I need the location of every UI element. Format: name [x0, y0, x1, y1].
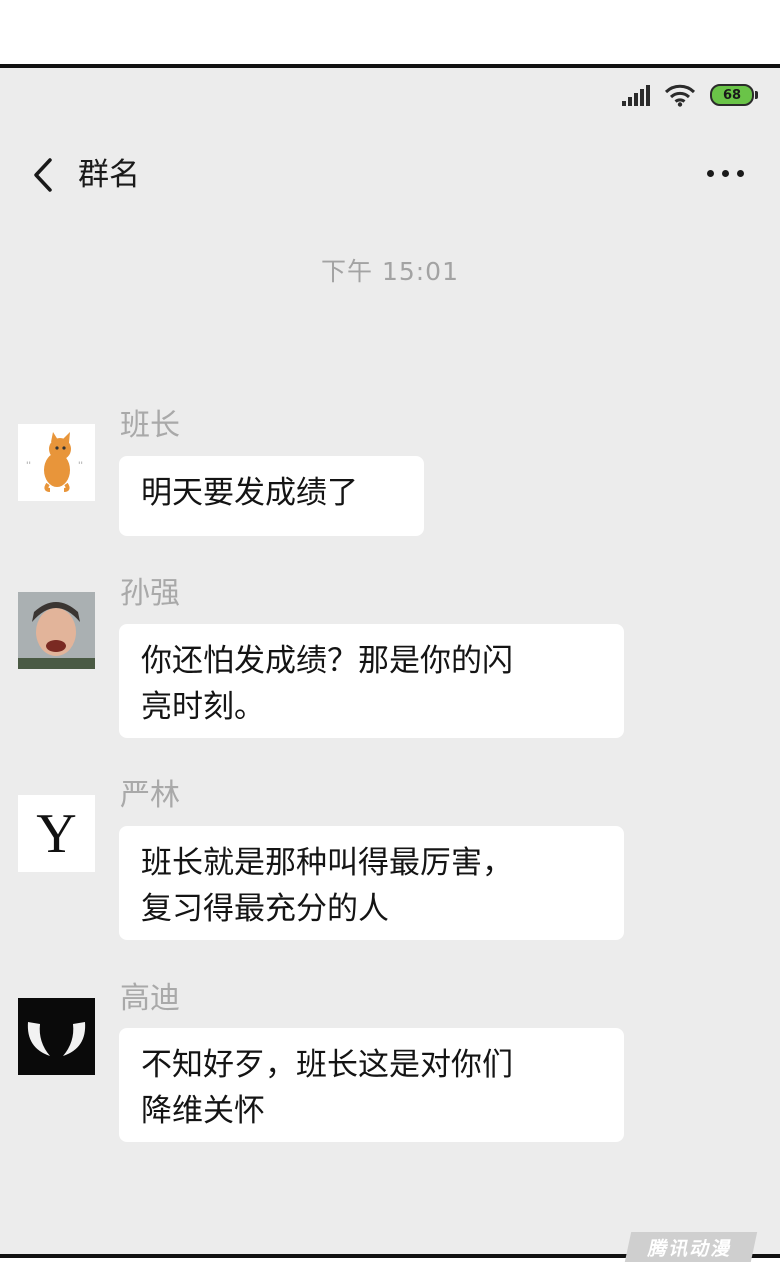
sender-name: 孙强 — [120, 576, 180, 611]
watermark-logo: 腾讯动漫 — [624, 1232, 758, 1262]
message-timestamp: 下午 15:01 — [321, 257, 459, 286]
phone-screen: 68 群名 下午 15:01 '' '' 班长 明天要发成绩了 孙强 你还怕发成… — [0, 64, 780, 1258]
status-bar: 68 — [622, 80, 758, 110]
signal-icon — [622, 84, 650, 106]
avatar-letter-text: Y — [36, 802, 77, 865]
avatar-cat[interactable]: '' '' — [18, 424, 95, 501]
cat-sticker-icon: '' '' — [26, 432, 83, 492]
wifi-icon — [664, 84, 696, 107]
person-photo-icon — [18, 592, 95, 669]
more-options-icon[interactable] — [707, 170, 744, 177]
chat-title: 群名 — [78, 157, 140, 193]
avatar-venom[interactable] — [18, 998, 95, 1075]
message-bubble[interactable]: 班长就是那种叫得最厉害， 复习得最充分的人 — [119, 826, 624, 940]
message-bubble[interactable]: 明天要发成绩了 — [119, 456, 424, 536]
message-bubble[interactable]: 不知好歹，班长这是对你们 降维关怀 — [119, 1028, 624, 1142]
sender-name: 严林 — [120, 778, 180, 813]
venom-eyes-icon — [18, 998, 95, 1075]
sender-name: 班长 — [120, 408, 180, 443]
battery-level: 68 — [722, 87, 742, 103]
chat-header: 群名 — [0, 150, 780, 200]
message-bubble[interactable]: 你还怕发成绩？那是你的闪 亮时刻。 — [119, 624, 624, 738]
avatar-letter[interactable]: Y — [18, 795, 95, 872]
back-arrow-icon[interactable] — [28, 156, 62, 194]
svg-text:'': '' — [78, 461, 83, 471]
battery-icon: 68 — [710, 84, 758, 106]
sender-name: 高迪 — [120, 981, 180, 1016]
avatar-photo[interactable] — [18, 592, 95, 669]
svg-text:'': '' — [26, 461, 31, 471]
